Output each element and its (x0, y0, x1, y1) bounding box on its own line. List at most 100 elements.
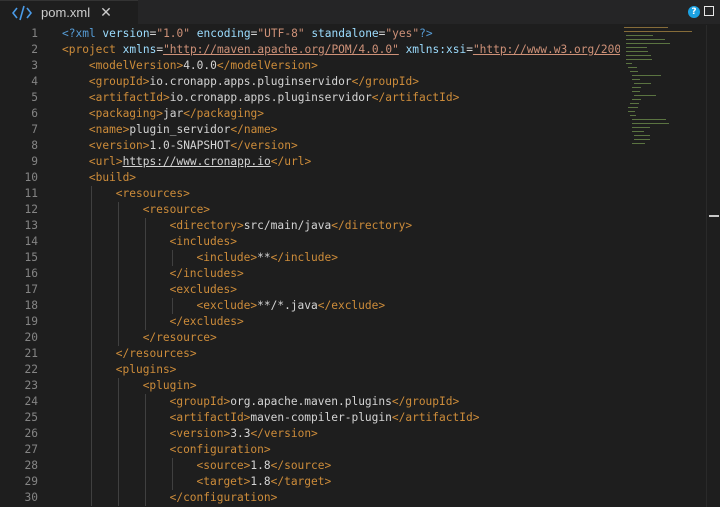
minimap-line (634, 95, 657, 96)
indent-guide (117, 426, 119, 442)
help-icon[interactable]: ? (688, 6, 700, 18)
code-token: 1.8 (250, 459, 271, 472)
indent-guide (171, 298, 173, 314)
code-token: <excludes> (169, 283, 237, 296)
indent-guide (90, 362, 92, 378)
line-number: 13 (24, 219, 38, 232)
code-line[interactable]: 7 <name>plugin_servidor</name> (0, 122, 620, 138)
code-line[interactable]: 28 <source>1.8</source> (0, 458, 620, 474)
code-token: "http://www.w3.org/2001/ (472, 43, 620, 56)
code-token: </version> (250, 427, 318, 440)
code-line[interactable]: 12 <resource> (0, 202, 620, 218)
indent-guide (90, 394, 92, 410)
code-line[interactable]: 11 <resources> (0, 186, 620, 202)
code-line[interactable]: 1 <?xml version="1.0" encoding="UTF-8" st… (0, 26, 620, 42)
code-line[interactable]: 26 <version>3.3</version> (0, 426, 620, 442)
code-token: encoding (196, 27, 251, 40)
code-line[interactable]: 8 <version>1.0-SNAPSHOT</version> (0, 138, 620, 154)
indent-guide (90, 186, 92, 202)
minimap-line (624, 31, 692, 32)
code-line[interactable]: 20 </resource> (0, 330, 620, 346)
code-line[interactable]: 29 <target>1.8</target> (0, 474, 620, 490)
code-token: <name> (88, 123, 130, 136)
minimap-line (626, 63, 632, 64)
indent-guide (117, 378, 119, 394)
code-line[interactable]: 24 <groupId>org.apache.maven.plugins</gro… (0, 394, 620, 410)
code-text: <groupId>io.cronapp.apps.pluginservidor<… (89, 74, 419, 90)
code-editor[interactable]: 1 <?xml version="1.0" encoding="UTF-8" st… (0, 25, 620, 507)
line-number: 17 (24, 283, 38, 296)
code-line[interactable]: 22 <plugins> (0, 362, 620, 378)
code-line[interactable]: 10 <build> (0, 170, 620, 186)
code-line[interactable]: 13 <directory>src/main/java</directory> (0, 218, 620, 234)
code-token: <resources> (115, 187, 190, 200)
indent-guide (90, 250, 92, 266)
code-text: </excludes> (170, 314, 244, 330)
code-line[interactable]: 3 <modelVersion>4.0.0</modelVersion> (0, 58, 620, 74)
code-line[interactable]: 4 <groupId>io.cronapp.apps.pluginservidor… (0, 74, 620, 90)
code-text: <exclude>**/*.java</exclude> (197, 298, 386, 314)
code-line[interactable]: 18 <exclude>**/*.java</exclude> (0, 298, 620, 314)
minimap-line (634, 83, 651, 84)
indent-guide (117, 314, 119, 330)
code-line[interactable]: 6 <packaging>jar</packaging> (0, 106, 620, 122)
code-line[interactable]: 14 <includes> (0, 234, 620, 250)
minimap-line (632, 91, 640, 92)
indent-guide (90, 266, 92, 282)
indent-guide (90, 426, 92, 442)
code-token: 1.0-SNAPSHOT (149, 139, 231, 152)
code-token: </includes> (169, 267, 244, 280)
minimap-line (634, 139, 650, 140)
code-line[interactable]: 25 <artifactId>maven-compiler-plugin</art… (0, 410, 620, 426)
code-line[interactable]: 5 <artifactId>io.cronapp.apps.pluginservi… (0, 90, 620, 106)
code-line[interactable]: 17 <excludes> (0, 282, 620, 298)
line-number: 5 (31, 91, 38, 104)
line-number: 7 (31, 123, 38, 136)
close-icon[interactable]: ✕ (99, 3, 113, 21)
code-token: 3.3 (230, 427, 251, 440)
vertical-scrollbar[interactable] (706, 25, 720, 507)
minimap-line (626, 59, 653, 60)
minimap-line (630, 71, 638, 72)
code-token: **/*.java (257, 299, 318, 312)
code-line[interactable]: 21 </resources> (0, 346, 620, 362)
line-number: 1 (31, 27, 38, 40)
code-token: <exclude> (196, 299, 258, 312)
code-text: <source>1.8</source> (197, 458, 332, 474)
code-token: </source> (270, 459, 332, 472)
indent-guide (117, 298, 119, 314)
code-line[interactable]: 15 <include>**</include> (0, 250, 620, 266)
tab-bar: pom.xml ✕ ? (0, 0, 720, 24)
minimap[interactable] (620, 25, 706, 507)
indent-guide (117, 234, 119, 250)
code-text: <project xmlns = "http://maven.apache.org/… (62, 42, 620, 58)
indent-guide (144, 474, 146, 490)
code-line[interactable]: 30 </configuration> (0, 490, 620, 506)
minimap-line (628, 67, 637, 68)
split-editor-icon[interactable] (704, 6, 714, 16)
code-line[interactable]: 27 <configuration> (0, 442, 620, 458)
indent-guide (144, 282, 146, 298)
minimap-line (632, 79, 640, 80)
code-line[interactable]: 23 <plugin> (0, 378, 620, 394)
minimap-line (632, 87, 641, 88)
code-line[interactable]: 2 <project xmlns = "http://maven.apache.org… (0, 42, 620, 58)
code-line[interactable]: 19 </excludes> (0, 314, 620, 330)
indent-guide (144, 394, 146, 410)
code-token: <target> (196, 475, 251, 488)
tab-pom-xml[interactable]: pom.xml ✕ (0, 0, 138, 24)
code-line[interactable]: 9 <url>https://www.cronapp.io</url> (0, 154, 620, 170)
code-token: </url> (270, 155, 312, 168)
indent-guide (117, 474, 119, 490)
tab-label: pom.xml (41, 5, 91, 20)
line-number: 18 (24, 299, 38, 312)
code-text: <groupId>org.apache.maven.plugins</group… (170, 394, 460, 410)
indent-guide (144, 298, 146, 314)
code-line[interactable]: 16 </includes> (0, 266, 620, 282)
scroll-position-marker[interactable] (709, 215, 719, 217)
indent-guide (90, 282, 92, 298)
code-token: <artifactId> (169, 411, 251, 424)
minimap-line (626, 51, 649, 52)
code-text: <plugin> (143, 378, 197, 394)
code-text: <?xml version="1.0" encoding="UTF-8" sta… (62, 26, 433, 42)
